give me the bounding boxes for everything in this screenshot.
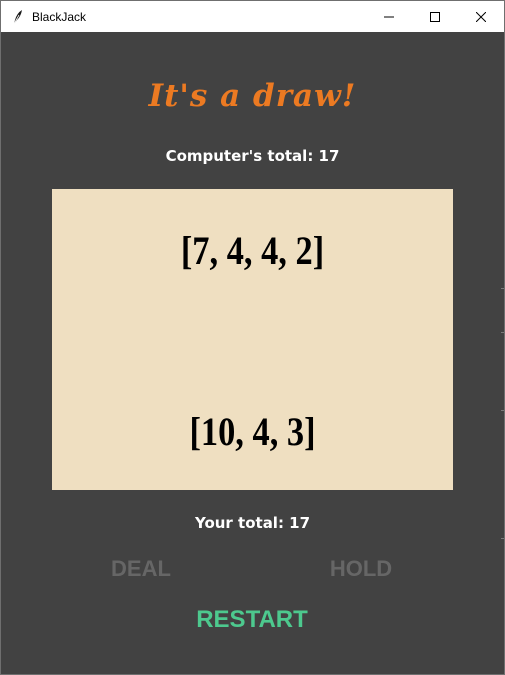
edge-divider: [501, 538, 504, 539]
maximize-icon: [430, 11, 440, 22]
close-button[interactable]: [458, 1, 504, 32]
computer-total: Computer's total: 17: [165, 147, 340, 165]
player-total: Your total: 17: [194, 514, 311, 532]
game-area: It's a draw! Computer's total: 17 [7, 4,…: [1, 32, 504, 674]
maximize-button[interactable]: [412, 1, 458, 32]
window-controls: [366, 1, 504, 32]
minimize-button[interactable]: [366, 1, 412, 32]
title-bar[interactable]: BlackJack: [1, 1, 504, 32]
edge-divider: [501, 332, 504, 333]
game-status: It's a draw!: [148, 78, 357, 114]
restart-button[interactable]: RESTART: [177, 606, 327, 634]
deal-button[interactable]: DEAL: [101, 556, 181, 582]
computer-hand: [7, 4, 4, 2]: [180, 228, 325, 273]
close-icon: [476, 11, 486, 22]
minimize-icon: [384, 16, 394, 17]
player-hand: [10, 4, 3]: [189, 409, 316, 454]
card-table: [7, 4, 4, 2] [10, 4, 3]: [52, 189, 453, 490]
edge-divider: [501, 288, 504, 289]
feather-icon: [10, 9, 26, 25]
window-title: BlackJack: [32, 9, 87, 24]
app-window: BlackJack It's a draw! Computer's total:…: [0, 0, 505, 675]
hold-button[interactable]: HOLD: [321, 556, 401, 582]
edge-divider: [501, 410, 504, 411]
